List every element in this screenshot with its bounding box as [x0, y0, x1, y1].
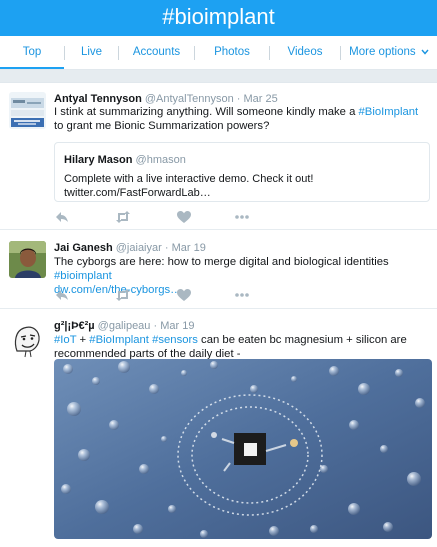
dot-separator: · [153, 320, 158, 332]
dot-separator: · [164, 242, 169, 254]
more-icon[interactable] [234, 210, 250, 224]
quoted-tweet[interactable]: Hilary Mason @hmason Complete with a liv… [54, 142, 430, 202]
user-name[interactable]: g²|¡Þ€²µ [54, 320, 95, 332]
user-name[interactable]: Antyal Tennyson [54, 93, 142, 105]
tab-label: Photos [214, 46, 250, 58]
hashtag-link[interactable]: #BioImplant [359, 106, 419, 118]
tweet-header: Jai Ganesh @jaiaiyar · Mar 19 [54, 242, 206, 254]
text-segment: The cyborgs are here: how to merge digit… [54, 256, 389, 268]
user-handle[interactable]: @galipeau [98, 320, 151, 332]
text-segment: to grant me Bionic Summarization powers? [54, 120, 270, 132]
like-icon[interactable] [176, 288, 192, 302]
hashtag-link[interactable]: #IoT [54, 334, 76, 346]
quote-user-name: Hilary Mason [64, 154, 133, 166]
avatar-image [9, 92, 46, 129]
photo-image [54, 359, 432, 539]
tweet[interactable]: Jai Ganesh @jaiaiyar · Mar 19 The cyborg… [0, 230, 437, 309]
hashtag-link[interactable]: #sensors [152, 334, 198, 346]
tab-label: Accounts [132, 46, 181, 58]
page-title: #bioimplant [162, 4, 275, 29]
tweet-time[interactable]: Mar 25 [244, 93, 278, 105]
tab-label: More options [349, 46, 416, 58]
chevron-down-icon [421, 49, 429, 55]
avatar[interactable] [9, 92, 46, 129]
tweet-text: #IoT + #BioImplant #sensors can be eaten… [54, 333, 429, 361]
hashtag-link[interactable]: #BioImplant [89, 334, 149, 346]
tweet-text: I stink at summarizing anything. Will so… [54, 105, 429, 133]
timeline: Antyal Tennyson @AntyalTennyson · Mar 25… [0, 82, 437, 547]
quote-line: Complete with a live interactive demo. C… [64, 173, 314, 185]
tweet[interactable]: Antyal Tennyson @AntyalTennyson · Mar 25… [0, 83, 437, 230]
avatar-image [9, 241, 46, 278]
user-handle[interactable]: @jaiaiyar [116, 242, 162, 254]
quote-header: Hilary Mason @hmason [64, 154, 186, 166]
quote-user-handle: @hmason [135, 154, 186, 166]
page-header: #bioimplant [0, 0, 437, 36]
tweet-header: Antyal Tennyson @AntyalTennyson · Mar 25 [54, 93, 278, 105]
quote-text: Complete with a live interactive demo. C… [64, 172, 424, 200]
like-icon[interactable] [176, 210, 192, 224]
reply-icon[interactable] [54, 210, 70, 224]
avatar-image [9, 321, 46, 358]
tweet-actions [54, 288, 264, 302]
retweet-icon[interactable] [115, 288, 131, 302]
tab-label: Top [22, 46, 42, 58]
tab-accounts[interactable]: Accounts [119, 36, 194, 69]
tab-videos[interactable]: Videos [270, 36, 340, 69]
tab-more-options[interactable]: More options [341, 36, 437, 69]
user-handle[interactable]: @AntyalTennyson [145, 93, 234, 105]
dot-separator: · [236, 93, 241, 105]
text-segment: + [76, 334, 90, 346]
tweet-header: g²|¡Þ€²µ @galipeau · Mar 19 [54, 320, 194, 332]
user-name[interactable]: Jai Ganesh [54, 242, 113, 254]
text-segment: I stink at summarizing anything. Will so… [54, 106, 359, 118]
avatar[interactable] [9, 241, 46, 278]
search-tabs: Top Live Accounts Photos Videos More opt… [0, 36, 437, 70]
tab-photos[interactable]: Photos [195, 36, 269, 69]
hashtag-link[interactable]: #bioimplant [54, 270, 112, 282]
quote-link: twitter.com/FastForwardLab… [64, 187, 211, 199]
tab-top[interactable]: Top [0, 36, 64, 69]
tab-label: Videos [287, 46, 323, 58]
tweet-time[interactable]: Mar 19 [172, 242, 206, 254]
tweet-actions [54, 210, 264, 224]
tab-label: Live [80, 46, 103, 58]
retweet-icon[interactable] [115, 210, 131, 224]
tweet[interactable]: g²|¡Þ€²µ @galipeau · Mar 19 #IoT + #BioI… [0, 309, 437, 547]
tweet-time[interactable]: Mar 19 [160, 320, 194, 332]
reply-icon[interactable] [54, 288, 70, 302]
more-icon[interactable] [234, 288, 250, 302]
avatar[interactable] [9, 321, 46, 358]
tab-live[interactable]: Live [65, 36, 118, 69]
tweet-photo[interactable] [54, 359, 432, 539]
